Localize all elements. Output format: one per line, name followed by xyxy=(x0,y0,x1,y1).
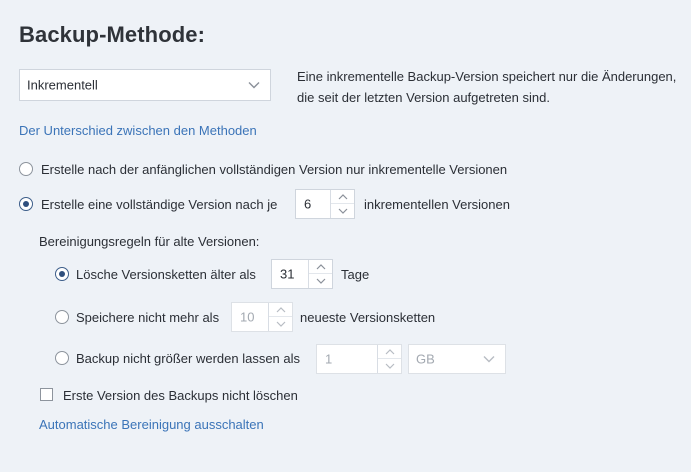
section-title: Backup-Methode: xyxy=(19,22,206,47)
full-every-stepper[interactable]: 6 xyxy=(295,189,355,219)
radio-keep-max[interactable] xyxy=(55,310,69,324)
chevron-down-icon xyxy=(338,208,347,214)
stepper-down-button[interactable] xyxy=(331,204,354,218)
disable-auto-cleanup-link[interactable]: Automatische Bereinigung ausschalten xyxy=(39,417,264,432)
stepper-down-button[interactable] xyxy=(378,359,401,373)
radio-delete-older-label[interactable]: Lösche Versionsketten älter als xyxy=(76,267,256,282)
keep-first-checkbox[interactable] xyxy=(40,388,53,401)
stepper-up-button[interactable] xyxy=(378,345,401,359)
chevron-down-icon xyxy=(276,321,285,327)
chevron-up-icon xyxy=(338,193,347,199)
delete-older-suffix: Tage xyxy=(341,267,370,282)
chevron-down-icon xyxy=(316,278,325,284)
stepper-up-button[interactable] xyxy=(331,190,354,204)
size-unit-value: GB xyxy=(416,351,435,367)
radio-keep-max-label[interactable]: Speichere nicht mehr als xyxy=(76,310,219,325)
chevron-up-icon xyxy=(316,263,325,269)
chevron-down-icon xyxy=(248,82,260,89)
chevron-down-icon xyxy=(385,363,394,369)
size-limit-stepper[interactable]: 1 xyxy=(316,344,402,374)
keep-first-label[interactable]: Erste Version des Backups nicht löschen xyxy=(63,388,298,403)
chevron-up-icon xyxy=(385,348,394,354)
cleanup-heading: Bereinigungsregeln für alte Versionen: xyxy=(39,234,260,249)
method-difference-link[interactable]: Der Unterschied zwischen den Methoden xyxy=(19,123,257,138)
radio-incremental-only-label[interactable]: Erstelle nach der anfänglichen vollständ… xyxy=(41,162,507,177)
stepper-up-button[interactable] xyxy=(269,303,292,317)
stepper-down-button[interactable] xyxy=(309,274,332,288)
radio-full-every[interactable] xyxy=(19,197,33,211)
method-description: Eine inkrementelle Backup-Version speich… xyxy=(297,69,677,105)
backup-method-select[interactable]: Inkrementell xyxy=(19,69,271,101)
backup-method-value: Inkrementell xyxy=(27,77,98,93)
radio-delete-older[interactable] xyxy=(55,267,69,281)
size-unit-select[interactable]: GB xyxy=(408,344,506,374)
stepper-up-button[interactable] xyxy=(309,260,332,274)
keep-max-stepper[interactable]: 10 xyxy=(231,302,293,332)
stepper-down-button[interactable] xyxy=(269,317,292,331)
full-every-value: 6 xyxy=(304,196,312,212)
keep-max-suffix: neueste Versionsketten xyxy=(300,310,436,325)
size-limit-value: 1 xyxy=(325,351,333,367)
radio-size-limit[interactable] xyxy=(55,351,69,365)
delete-older-value: 31 xyxy=(280,266,295,282)
radio-incremental-only[interactable] xyxy=(19,162,33,176)
delete-older-stepper[interactable]: 31 xyxy=(271,259,333,289)
chevron-up-icon xyxy=(276,306,285,312)
chevron-down-icon xyxy=(483,356,495,363)
keep-max-value: 10 xyxy=(240,309,255,325)
full-every-suffix: inkrementellen Versionen xyxy=(364,197,510,212)
radio-full-every-label[interactable]: Erstelle eine vollständige Version nach … xyxy=(41,197,277,212)
radio-size-limit-label[interactable]: Backup nicht größer werden lassen als xyxy=(76,351,300,366)
